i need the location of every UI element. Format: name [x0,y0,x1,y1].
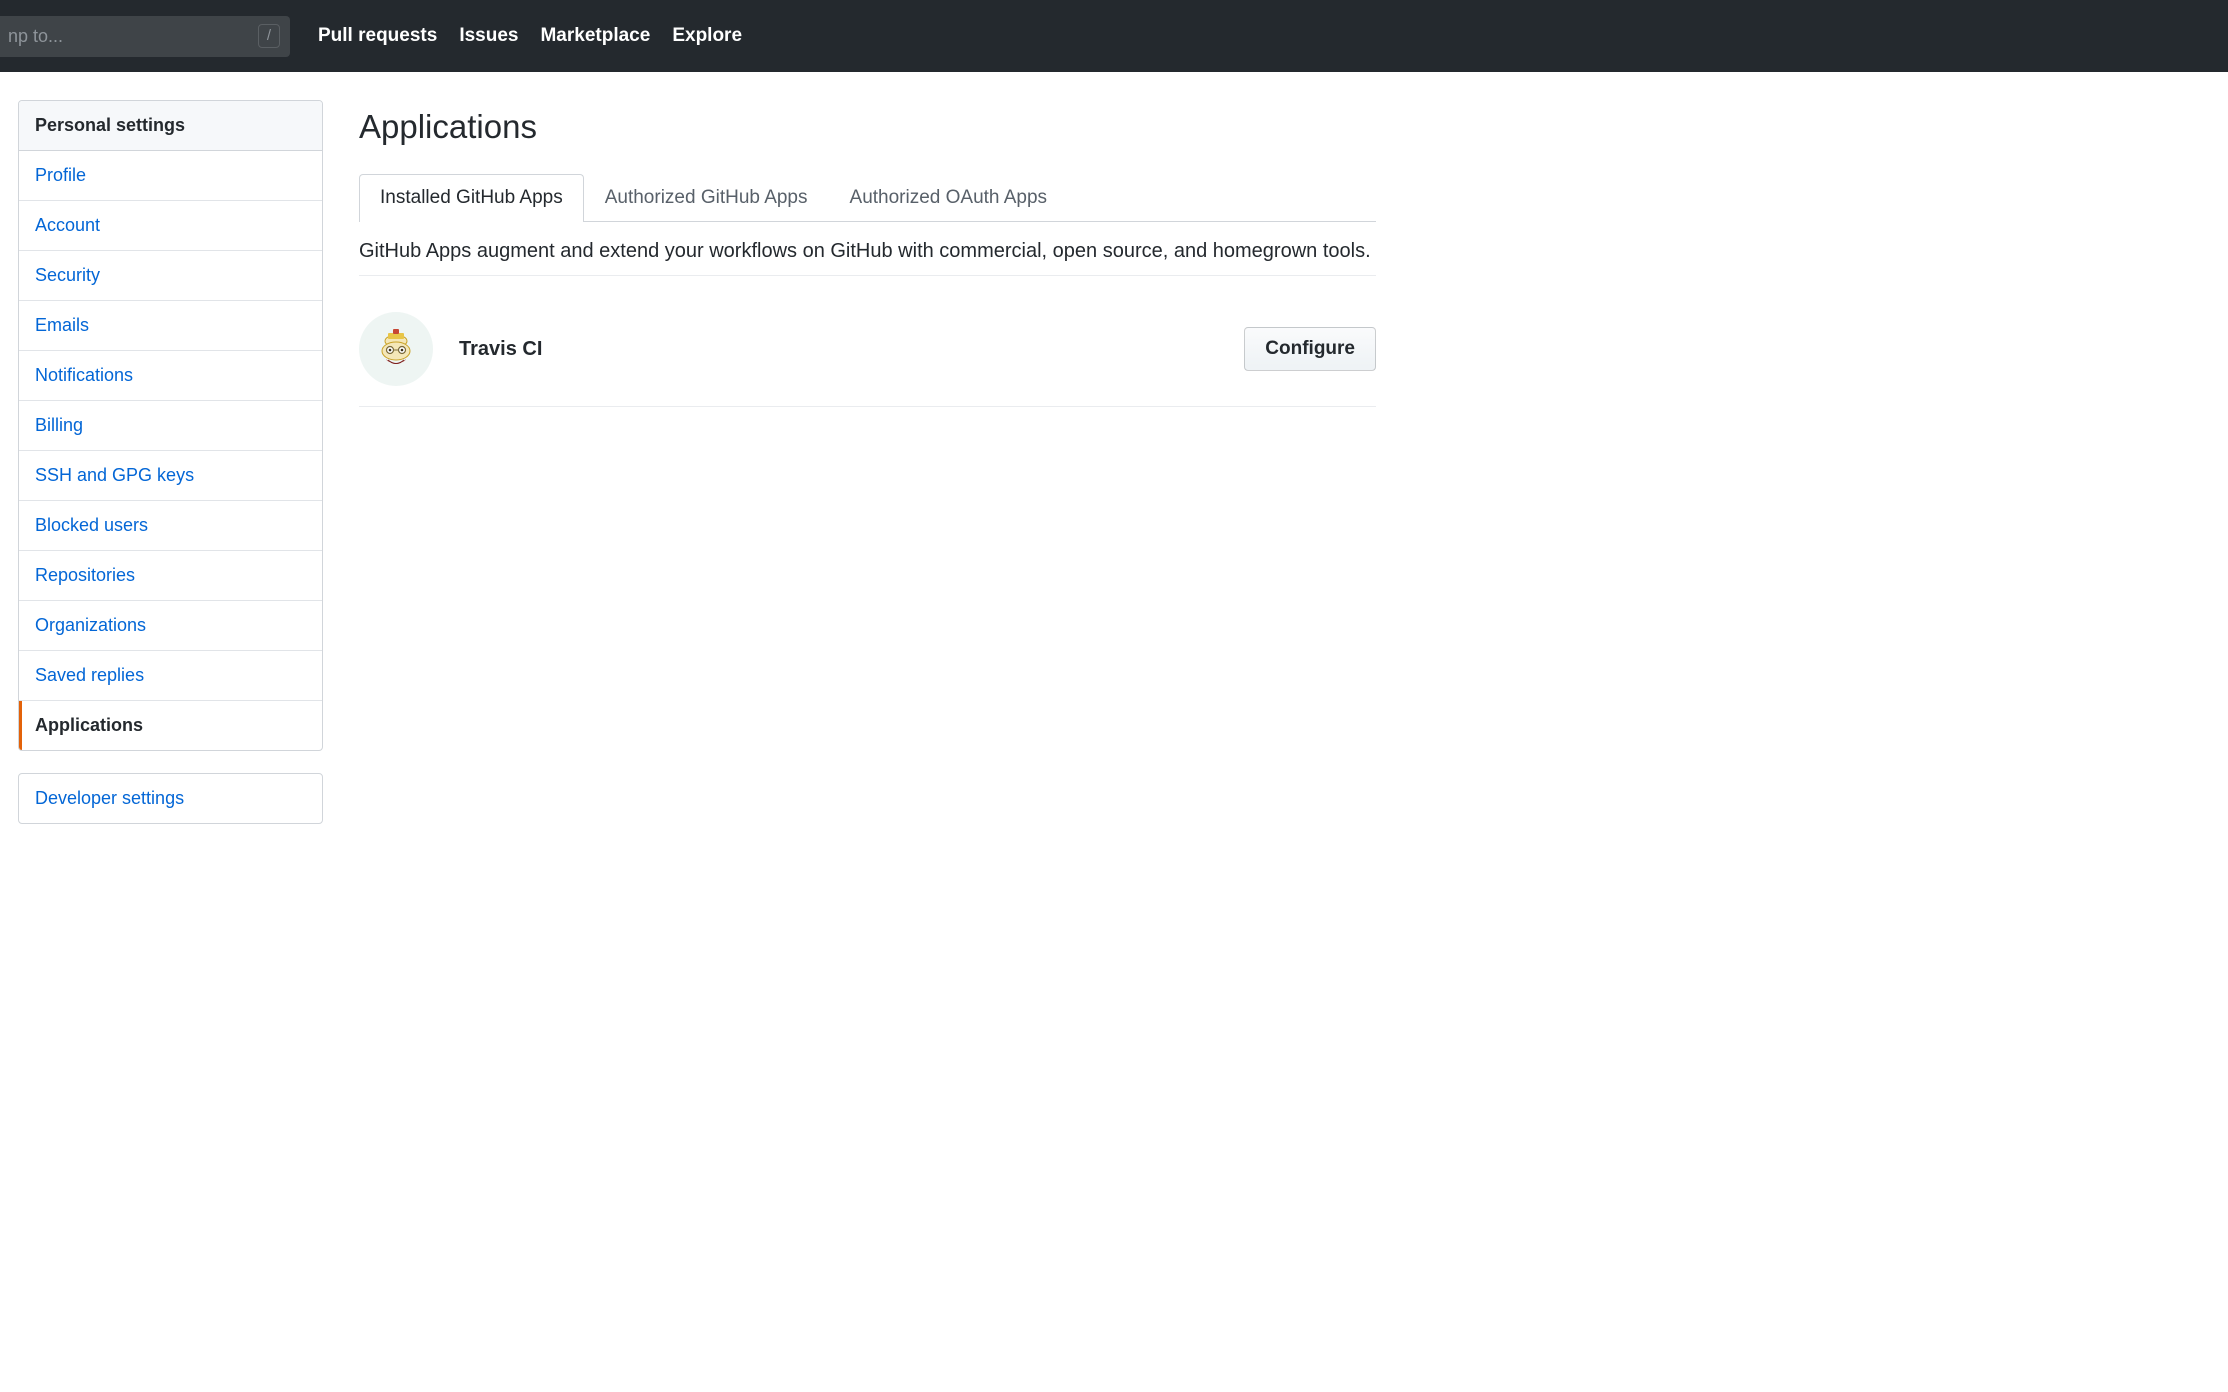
tab-installed-github-apps[interactable]: Installed GitHub Apps [359,174,584,222]
main-content: Applications Installed GitHub Apps Autho… [359,100,1376,824]
app-name[interactable]: Travis CI [459,338,1244,361]
global-header: / Pull requests Issues Marketplace Explo… [0,0,2228,72]
slash-key-hint: / [258,24,280,48]
tab-authorized-github-apps[interactable]: Authorized GitHub Apps [584,174,829,221]
sidebar-item-profile[interactable]: Profile [19,151,322,201]
app-avatar[interactable] [359,312,433,386]
sidebar-item-ssh-gpg-keys[interactable]: SSH and GPG keys [19,451,322,501]
nav-marketplace[interactable]: Marketplace [540,25,650,47]
sidebar-item-organizations[interactable]: Organizations [19,601,322,651]
nav-issues[interactable]: Issues [459,25,518,47]
primary-nav: Pull requests Issues Marketplace Explore [318,25,742,47]
search-wrapper: / [0,16,290,57]
sidebar-item-applications: Applications [19,701,322,750]
sidebar-item-developer-settings[interactable]: Developer settings [19,774,322,823]
page-container: Personal settings Profile Account Securi… [0,72,1400,864]
sidebar-header: Personal settings [19,101,322,151]
personal-settings-menu: Personal settings Profile Account Securi… [18,100,323,751]
travis-ci-icon [374,327,418,371]
tab-authorized-oauth-apps[interactable]: Authorized OAuth Apps [829,174,1069,221]
tab-description: GitHub Apps augment and extend your work… [359,240,1376,276]
sidebar-item-security[interactable]: Security [19,251,322,301]
sidebar-item-billing[interactable]: Billing [19,401,322,451]
settings-sidebar: Personal settings Profile Account Securi… [18,100,323,824]
nav-explore[interactable]: Explore [672,25,742,47]
sidebar-item-blocked-users[interactable]: Blocked users [19,501,322,551]
sidebar-item-emails[interactable]: Emails [19,301,322,351]
sidebar-item-saved-replies[interactable]: Saved replies [19,651,322,701]
search-input[interactable] [0,16,290,57]
app-tabs: Installed GitHub Apps Authorized GitHub … [359,174,1376,222]
sidebar-item-account[interactable]: Account [19,201,322,251]
sidebar-item-notifications[interactable]: Notifications [19,351,322,401]
sidebar-item-repositories[interactable]: Repositories [19,551,322,601]
app-row: Travis CI Configure [359,292,1376,407]
nav-pull-requests[interactable]: Pull requests [318,25,437,47]
configure-button[interactable]: Configure [1244,327,1376,371]
secondary-settings-menu: Developer settings [18,773,323,824]
page-title: Applications [359,108,1376,146]
